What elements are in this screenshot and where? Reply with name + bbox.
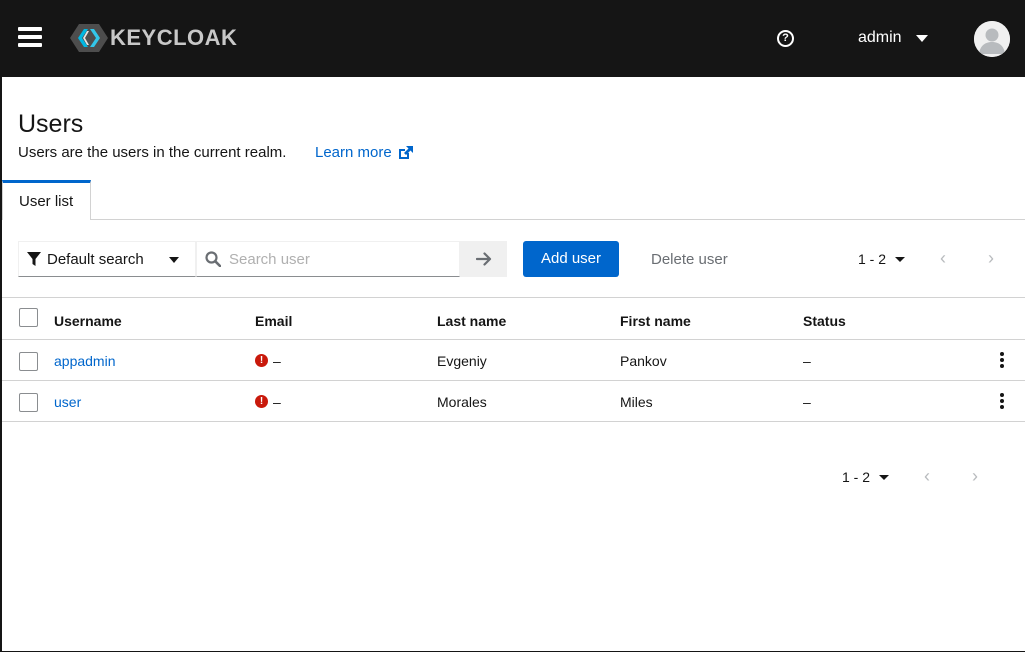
username-link[interactable]: user [54,394,81,410]
column-header-email: Email [255,313,293,329]
table-top-divider [2,297,1025,298]
filter-icon [27,251,41,266]
status-cell: – [803,353,811,369]
row-checkbox[interactable] [19,393,38,412]
row-actions-kebab-icon[interactable] [1000,352,1006,370]
search-type-dropdown[interactable]: Default search [18,241,196,277]
menu-toggle-icon[interactable] [18,27,42,49]
masthead: KEYCLOAK ? admin [0,0,1025,77]
exclamation-circle-icon: ! [255,354,268,367]
table-header-divider [2,339,1025,340]
learn-more-link[interactable]: Learn more [315,144,414,161]
pagination-label: 1 - 2 [842,469,871,485]
brand-name: KEYCLOAK [110,25,238,50]
avatar[interactable] [974,21,1010,57]
help-icon[interactable]: ? [777,30,794,47]
status-cell: – [803,394,811,410]
last-name-cell: Morales [437,394,487,410]
row-checkbox[interactable] [19,352,38,371]
column-header-last-name: Last name [437,313,507,329]
prev-page-icon[interactable]: ‹ [940,248,946,269]
user-avatar-icon [974,21,1010,57]
first-name-cell: Miles [620,394,653,410]
arrow-right-icon [475,252,491,266]
user-dropdown[interactable]: admin [858,29,928,47]
add-user-button[interactable]: Add user [523,241,619,277]
search-input[interactable] [229,250,449,268]
next-page-icon[interactable]: › [988,248,994,269]
table-bottom-divider [2,421,1025,422]
tabs-divider [2,219,1025,220]
column-header-username[interactable]: Username [54,313,122,329]
keycloak-logo-icon [70,24,108,52]
last-name-cell: Evgeniy [437,353,487,369]
caret-down-icon [169,257,179,263]
email-cell: – [273,353,281,369]
select-all-checkbox[interactable] [19,308,38,327]
search-field [196,241,460,277]
pagination-top[interactable]: 1 - 2 [858,251,906,267]
exclamation-circle-icon: ! [255,395,268,408]
column-header-status: Status [803,313,846,329]
page-title: Users [18,110,84,138]
column-header-first-name: First name [620,313,691,329]
username-link[interactable]: appadmin [54,353,116,369]
search-type-label: Default search [47,250,144,268]
user-dropdown-label: admin [858,29,902,46]
search-submit-button[interactable] [460,241,507,277]
pagination-label: 1 - 2 [858,251,887,267]
tab-user-list[interactable]: User list [2,180,91,220]
brand-logo[interactable]: KEYCLOAK [70,22,237,54]
prev-page-icon[interactable]: ‹ [924,466,930,487]
next-page-icon[interactable]: › [972,466,978,487]
row-actions-kebab-icon[interactable] [1000,393,1006,411]
email-cell: – [273,394,281,410]
delete-user-button[interactable]: Delete user [651,251,728,268]
caret-down-icon [915,34,928,42]
caret-down-icon [895,256,906,262]
table-row-divider [2,380,1025,381]
first-name-cell: Pankov [620,353,667,369]
pagination-bottom[interactable]: 1 - 2 [842,469,890,485]
app-frame [0,0,1025,652]
external-link-icon [398,145,413,159]
search-icon [205,251,221,267]
learn-more-label: Learn more [315,144,392,161]
page-description: Users are the users in the current realm… [18,144,287,161]
caret-down-icon [879,474,890,480]
